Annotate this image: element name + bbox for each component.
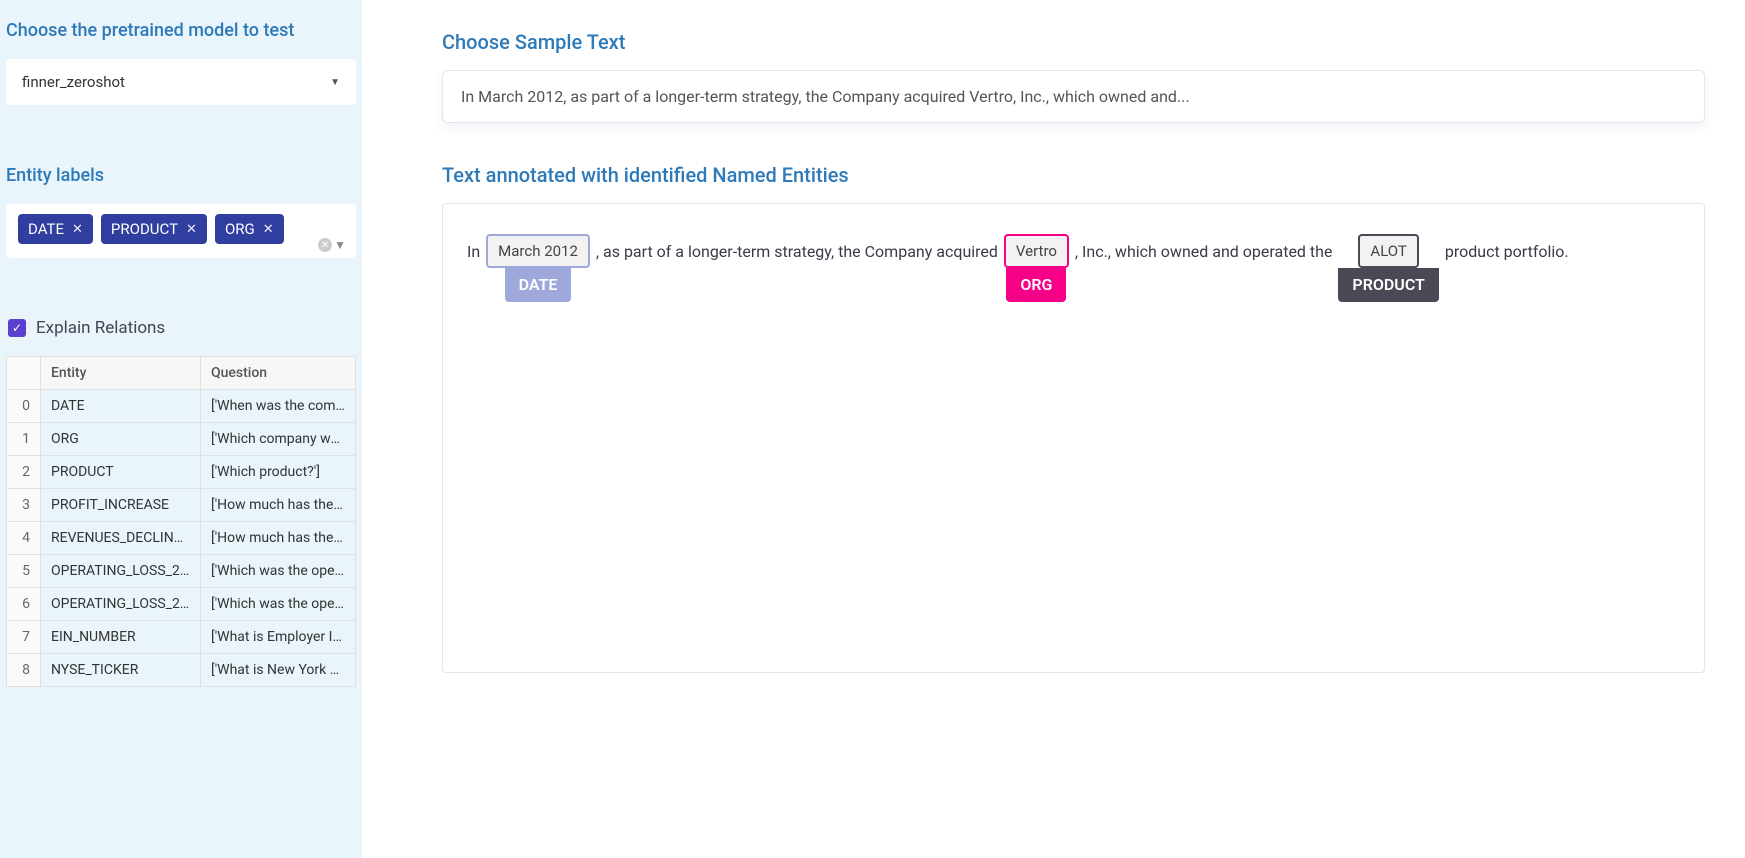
cell-index: 8 — [7, 654, 41, 687]
table-row: 7EIN_NUMBER['What is Employer Identifica… — [7, 621, 356, 654]
cell-index: 6 — [7, 588, 41, 621]
main-content: Choose Sample Text In March 2012, as par… — [362, 0, 1745, 858]
table-row: 3PROFIT_INCREASE['How much has the growt… — [7, 489, 356, 522]
text-segment: In — [467, 234, 480, 265]
cell-index: 1 — [7, 423, 41, 456]
entity-labels-heading: Entity labels — [6, 165, 356, 186]
cell-index: 0 — [7, 390, 41, 423]
clear-icon[interactable]: ✕ — [318, 238, 332, 252]
entity-label: DATE — [505, 268, 572, 302]
chip-org[interactable]: ORG ✕ — [215, 214, 284, 244]
chip-label: ORG — [225, 220, 255, 238]
sidebar: Choose the pretrained model to test finn… — [0, 0, 362, 858]
cell-index: 5 — [7, 555, 41, 588]
table-row: 8NYSE_TICKER['What is New York Stock Exc… — [7, 654, 356, 687]
text-segment: , Inc., which owned and operated the — [1075, 234, 1333, 265]
text-segment: , as part of a longer-term strategy, the… — [596, 234, 998, 265]
chevron-down-icon[interactable]: ▼ — [334, 238, 346, 252]
model-label: Choose the pretrained model to test — [6, 20, 356, 41]
cell-entity: DATE — [41, 390, 201, 423]
entity-text: ALOT — [1358, 234, 1418, 268]
entity-labels-panel: DATE ✕ PRODUCT ✕ ORG ✕ ✕ ▼ — [6, 204, 356, 258]
table-row: 4REVENUES_DECLINED['How much has the rev… — [7, 522, 356, 555]
chip-product[interactable]: PRODUCT ✕ — [101, 214, 207, 244]
entity-panel-actions[interactable]: ✕ ▼ — [318, 238, 346, 252]
text-segment: product portfolio. — [1445, 234, 1569, 265]
explain-relations-row[interactable]: ✓ Explain Relations — [6, 318, 356, 338]
table-header-index — [7, 357, 41, 390]
cell-entity: PRODUCT — [41, 456, 201, 489]
chip-label: PRODUCT — [111, 220, 178, 238]
sample-text-dropdown[interactable]: In March 2012, as part of a longer-term … — [442, 70, 1705, 123]
cell-question: ['Which product?'] — [201, 456, 356, 489]
cell-index: 2 — [7, 456, 41, 489]
close-icon[interactable]: ✕ — [263, 222, 274, 237]
entity-org: Vertro ORG — [1004, 234, 1069, 302]
entity-label: ORG — [1006, 268, 1066, 302]
sample-text-heading: Choose Sample Text — [442, 30, 1705, 54]
annotation-output: In March 2012 DATE , as part of a longer… — [442, 203, 1705, 673]
cell-question: ['How much has the growth increased?'] — [201, 489, 356, 522]
cell-question: ['What is Employer Identification Number… — [201, 621, 356, 654]
table-header-question: Question — [201, 357, 356, 390]
entity-date: March 2012 DATE — [486, 234, 590, 302]
relations-table: Entity Question 0DATE['When was the comp… — [6, 356, 356, 687]
chip-label: DATE — [28, 220, 64, 238]
cell-entity: OPERATING_LOSS_2020 — [41, 555, 201, 588]
cell-question: ['How much has the revenue declined?'] — [201, 522, 356, 555]
cell-question: ['Which was the operating loss in 2019?'… — [201, 588, 356, 621]
annotation-heading: Text annotated with identified Named Ent… — [442, 163, 1705, 187]
cell-question: ['Which company was acquired?'] — [201, 423, 356, 456]
cell-index: 3 — [7, 489, 41, 522]
chevron-down-icon: ▼ — [330, 77, 340, 88]
entity-text: March 2012 — [486, 234, 590, 268]
cell-entity: EIN_NUMBER — [41, 621, 201, 654]
model-dropdown-value: finner_zeroshot — [22, 73, 125, 91]
cell-entity: OPERATING_LOSS_2019 — [41, 588, 201, 621]
cell-entity: PROFIT_INCREASE — [41, 489, 201, 522]
chip-date[interactable]: DATE ✕ — [18, 214, 93, 244]
close-icon[interactable]: ✕ — [72, 222, 83, 237]
entity-product: ALOT PRODUCT — [1338, 234, 1438, 302]
table-row: 0DATE['When was the company acquired?'] — [7, 390, 356, 423]
cell-entity: ORG — [41, 423, 201, 456]
cell-entity: REVENUES_DECLINED — [41, 522, 201, 555]
table-header-entity: Entity — [41, 357, 201, 390]
table-row: 6OPERATING_LOSS_2019['Which was the oper… — [7, 588, 356, 621]
explain-label: Explain Relations — [36, 318, 165, 338]
entity-text: Vertro — [1004, 234, 1069, 268]
close-icon[interactable]: ✕ — [186, 222, 197, 237]
entity-label: PRODUCT — [1338, 268, 1438, 302]
cell-index: 7 — [7, 621, 41, 654]
model-dropdown[interactable]: finner_zeroshot ▼ — [6, 59, 356, 105]
cell-index: 4 — [7, 522, 41, 555]
cell-question: ['What is New York Stock Exchange ticker… — [201, 654, 356, 687]
cell-entity: NYSE_TICKER — [41, 654, 201, 687]
table-row: 2PRODUCT['Which product?'] — [7, 456, 356, 489]
table-row: 1ORG['Which company was acquired?'] — [7, 423, 356, 456]
table-row: 5OPERATING_LOSS_2020['Which was the oper… — [7, 555, 356, 588]
explain-checkbox[interactable]: ✓ — [8, 319, 26, 337]
cell-question: ['Which was the operating loss in 2020?'… — [201, 555, 356, 588]
cell-question: ['When was the company acquired?'] — [201, 390, 356, 423]
